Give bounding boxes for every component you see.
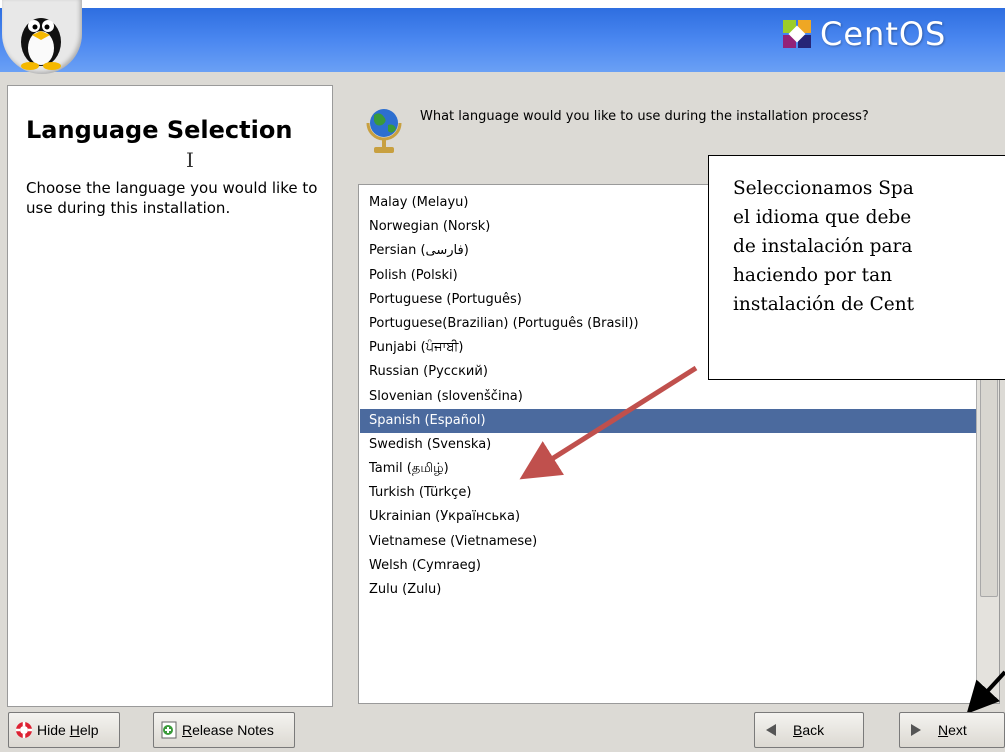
release-notes-button[interactable]: Release Notes — [153, 712, 295, 748]
next-arrow-icon — [910, 723, 922, 737]
header-banner: CentOS — [0, 0, 1005, 80]
list-item[interactable]: Swedish (Svenska) — [360, 433, 976, 457]
list-item[interactable]: Vietnamese (Vietnamese) — [360, 530, 976, 554]
next-button[interactable]: Next — [899, 712, 1005, 748]
globe-icon — [362, 103, 406, 161]
text-cursor-icon: I — [186, 148, 194, 172]
next-label: Next — [938, 722, 967, 738]
language-question: What language would you like to use duri… — [420, 109, 869, 124]
centos-logo-text: CentOS — [820, 15, 947, 53]
hide-help-button[interactable]: Hide Help — [8, 712, 120, 748]
list-item[interactable]: Slovenian (slovenščina) — [360, 385, 976, 409]
release-notes-icon — [160, 721, 178, 739]
list-item[interactable]: Zulu (Zulu) — [360, 578, 976, 602]
list-item[interactable]: Ukrainian (Українська) — [360, 505, 976, 529]
centos-logo-icon — [783, 20, 811, 48]
help-text: Choose the language you would like to us… — [26, 179, 318, 217]
back-button[interactable]: Back — [754, 712, 864, 748]
help-lifebuoy-icon — [15, 721, 33, 739]
help-panel: Language Selection I Choose the language… — [7, 85, 333, 707]
back-arrow-icon — [765, 723, 777, 737]
list-item[interactable]: Tamil (தமிழ்) — [360, 457, 976, 481]
annotation-text: Seleccionamos Spa el idioma que debe de … — [733, 178, 915, 315]
help-title: Language Selection — [26, 116, 293, 144]
list-item[interactable]: Spanish (Español) — [360, 408, 976, 433]
hide-help-label: Hide Help — [37, 722, 99, 738]
list-item[interactable]: Welsh (Cymraeg) — [360, 554, 976, 578]
centos-logo: CentOS — [780, 12, 946, 56]
tux-penguin-icon — [2, 0, 82, 74]
annotation-callout: Seleccionamos Spa el idioma que debe de … — [708, 155, 1005, 380]
back-label: Back — [793, 722, 825, 738]
list-item[interactable]: Turkish (Türkçe) — [360, 481, 976, 505]
release-notes-label: Release Notes — [182, 722, 274, 738]
